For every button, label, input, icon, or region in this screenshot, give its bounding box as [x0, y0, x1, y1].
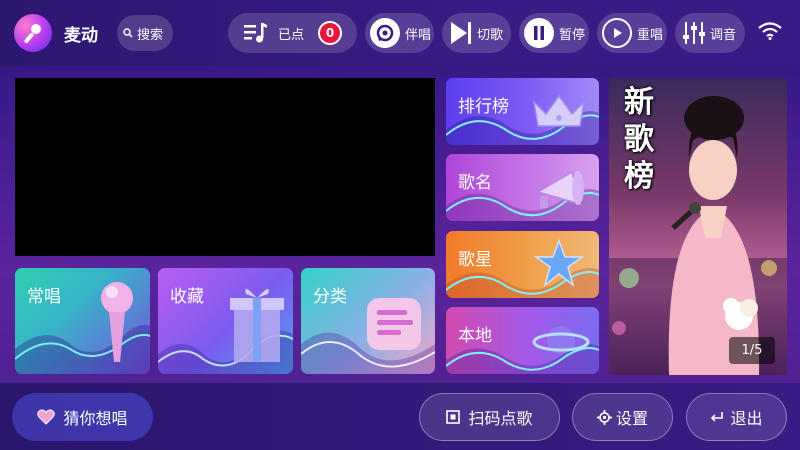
guess-you-like-label: 猜你想唱	[63, 409, 128, 428]
planet-icon	[532, 326, 590, 354]
skip-song-label: 切歌	[477, 27, 504, 43]
gift-box-icon	[230, 288, 284, 362]
tile-favorites-label: 收藏	[170, 287, 204, 307]
replay-label: 重唱	[637, 27, 664, 43]
tile-singers[interactable]: 歌星	[446, 231, 599, 298]
app-logo-icon	[14, 14, 52, 52]
return-arrow-icon	[710, 411, 724, 423]
replay-button[interactable]: 重唱	[597, 13, 667, 53]
skip-next-icon	[448, 20, 472, 46]
settings-button[interactable]: 设置	[572, 393, 673, 441]
category-list-icon	[367, 298, 421, 350]
vocal-toggle-label: 伴唱	[405, 27, 432, 43]
tile-rankings-label: 排行榜	[458, 97, 509, 117]
microphone-icon	[101, 282, 133, 362]
replay-icon	[602, 18, 632, 48]
search-button[interactable]: 搜索	[117, 15, 173, 51]
tile-frequent-songs[interactable]: 常唱	[15, 268, 150, 374]
vocal-toggle-button[interactable]: 伴唱	[365, 13, 434, 53]
star-icon	[534, 239, 584, 288]
poster-title-char: 歌	[624, 122, 654, 157]
tile-categories-label: 分类	[313, 287, 347, 307]
pause-icon	[524, 18, 554, 48]
video-preview[interactable]	[15, 78, 435, 256]
tuning-label: 调音	[710, 27, 737, 43]
search-label: 搜索	[137, 27, 164, 43]
app-title: 麦动	[64, 26, 98, 46]
tile-rankings[interactable]: 排行榜	[446, 78, 599, 145]
exit-label: 退出	[730, 409, 763, 428]
pause-button[interactable]: 暂停	[519, 13, 589, 53]
tile-local[interactable]: 本地	[446, 307, 599, 374]
poster-title-char: 新	[624, 85, 654, 120]
queued-label: 已点	[278, 27, 305, 43]
new-songs-poster[interactable]: 新 歌 榜	[609, 78, 787, 375]
settings-label: 设置	[615, 409, 648, 428]
tile-song-title-label: 歌名	[458, 173, 492, 193]
guess-you-like-button[interactable]: 猜你想唱	[12, 393, 153, 441]
crown-icon	[532, 94, 586, 127]
exit-button[interactable]: 退出	[686, 393, 787, 441]
tile-favorites[interactable]: 收藏	[158, 268, 293, 374]
tuning-button[interactable]: 调音	[675, 13, 745, 53]
pause-label: 暂停	[559, 27, 586, 43]
qr-scan-icon	[446, 410, 461, 424]
tile-singers-label: 歌星	[458, 250, 492, 270]
tile-song-title[interactable]: 歌名	[446, 154, 599, 221]
tile-categories[interactable]: 分类	[301, 268, 435, 374]
scan-to-order-button[interactable]: 扫码点歌	[419, 393, 560, 441]
vocal-toggle-icon	[370, 18, 400, 48]
poster-title-char: 榜	[624, 159, 654, 194]
skip-song-button[interactable]: 切歌	[442, 13, 511, 53]
tile-frequent-label: 常唱	[27, 287, 61, 307]
poster-title: 新 歌 榜	[617, 84, 661, 195]
wifi-icon	[758, 22, 782, 44]
queued-count-badge: 0	[318, 21, 343, 45]
queued-songs-button[interactable]: 已点 0	[228, 13, 357, 53]
gear-icon	[596, 409, 612, 425]
heart-icon	[37, 409, 56, 425]
poster-pager: 1/5	[729, 337, 775, 364]
equalizer-icon	[683, 21, 705, 45]
search-icon	[123, 28, 133, 38]
tile-local-label: 本地	[458, 326, 492, 346]
playlist-icon	[244, 22, 268, 44]
megaphone-icon	[536, 170, 584, 208]
scan-to-order-label: 扫码点歌	[468, 409, 533, 428]
